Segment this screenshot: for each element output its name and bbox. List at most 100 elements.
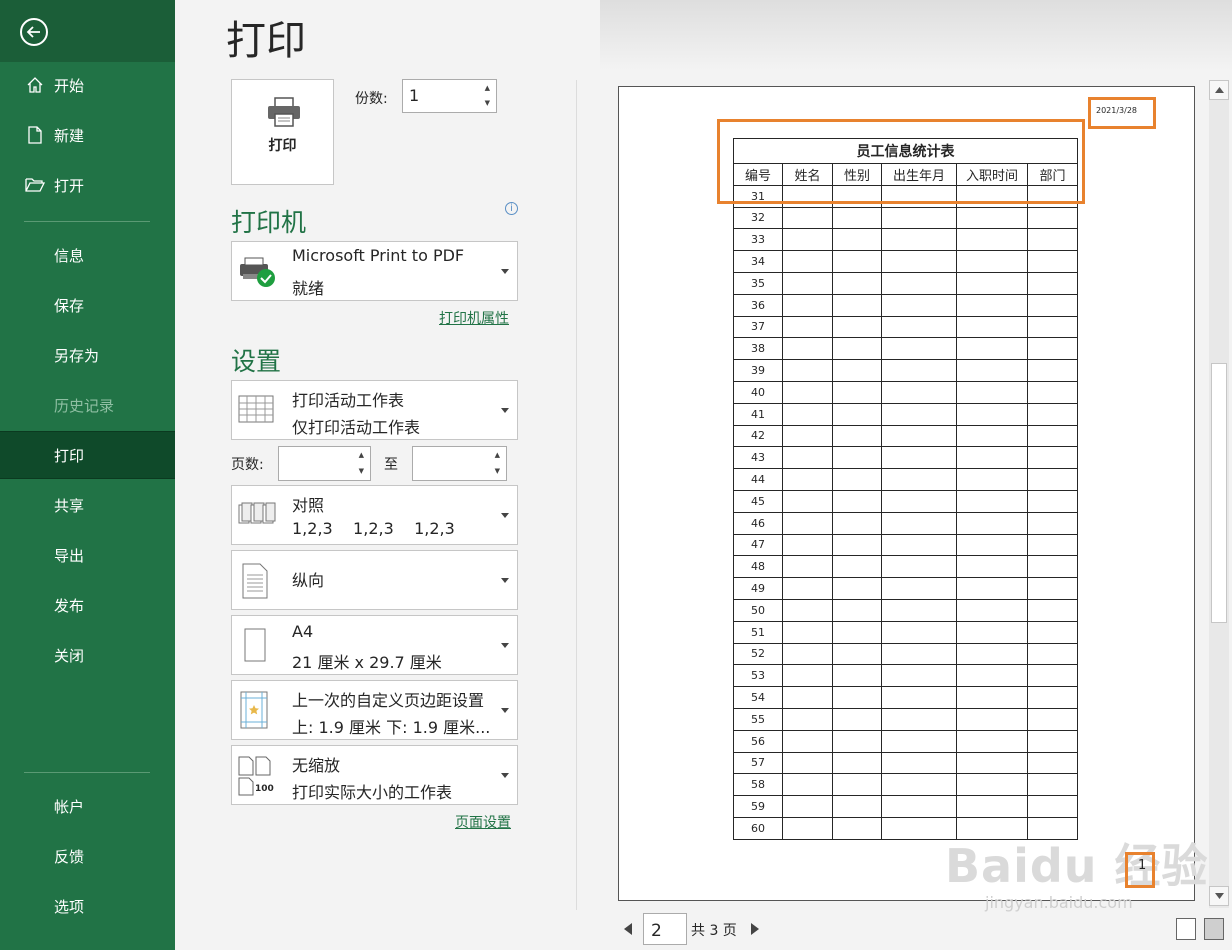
printer-name: Microsoft Print to PDF — [292, 246, 465, 265]
table-cell — [832, 380, 882, 404]
table-row: 34 — [733, 250, 1078, 273]
printer-dropdown[interactable]: Microsoft Print to PDF 就绪 — [231, 241, 518, 301]
sidebar-item-home[interactable]: 开始 — [0, 61, 175, 109]
table-cell — [1027, 577, 1078, 600]
sidebar-item-new[interactable]: 新建 — [0, 111, 175, 159]
table-cell — [782, 511, 833, 535]
sidebar-item-info[interactable]: 信息 — [0, 231, 175, 279]
table-row: 37 — [733, 315, 1078, 339]
sidebar-item-save-as[interactable]: 另存为 — [0, 331, 175, 379]
sidebar-item-label: 保存 — [54, 296, 85, 315]
table-row: 42 — [733, 424, 1078, 448]
sidebar-item-label: 帐户 — [54, 797, 85, 816]
table-cell — [1027, 773, 1078, 797]
table-cell — [1027, 511, 1078, 535]
copies-stepper[interactable]: 1 ▲ ▼ — [402, 79, 497, 113]
table-row: 56 — [733, 729, 1078, 753]
table-cell — [782, 686, 833, 709]
table-cell — [782, 359, 833, 382]
print-button[interactable]: 打印 — [231, 79, 334, 185]
table-cell — [832, 664, 882, 688]
sidebar-item-close[interactable]: 关闭 — [0, 631, 175, 679]
info-icon[interactable]: i — [505, 202, 518, 215]
page-title: 打印 — [226, 18, 306, 64]
scaling-dropdown[interactable]: 100 无缩放 打印实际大小的工作表 — [231, 745, 518, 805]
print-what-dropdown[interactable]: 打印活动工作表 仅打印活动工作表 — [231, 380, 518, 440]
next-page-icon[interactable] — [751, 921, 759, 939]
table-cell — [782, 468, 833, 491]
sidebar-item-label: 历史记录 — [54, 396, 115, 415]
table-cell — [881, 642, 957, 666]
page-number-input[interactable]: 2 — [643, 913, 687, 945]
table-cell — [1027, 359, 1078, 382]
increment-icon[interactable]: ▲ — [495, 451, 500, 459]
decrement-icon[interactable]: ▼ — [359, 467, 364, 475]
table-row: 48 — [733, 555, 1078, 579]
print-what-subtitle: 仅打印活动工作表 — [292, 418, 421, 437]
chevron-down-icon — [501, 643, 509, 648]
table-cell — [881, 468, 957, 491]
sidebar-item-options[interactable]: 选项 — [0, 882, 175, 930]
collate-dropdown[interactable]: 对照 1,2,3 1,2,3 1,2,3 — [231, 485, 518, 545]
zoom-to-page-icon[interactable] — [1204, 918, 1224, 940]
sidebar-item-feedback[interactable]: 反馈 — [0, 832, 175, 880]
printer-properties-link[interactable]: 打印机属性 — [439, 308, 509, 328]
decrement-icon[interactable]: ▼ — [495, 467, 500, 475]
table-cell — [782, 816, 833, 840]
row-number-cell: 46 — [733, 511, 783, 535]
collate-subtitle: 1,2,3 1,2,3 1,2,3 — [292, 519, 455, 538]
sidebar-item-label: 发布 — [54, 596, 85, 615]
table-row: 50 — [733, 598, 1078, 622]
table-cell — [881, 664, 957, 688]
sidebar-item-open[interactable]: 打开 — [0, 161, 175, 209]
margins-dropdown[interactable]: 上一次的自定义页边距设置 上: 1.9 厘米 下: 1.9 厘米... — [231, 680, 518, 740]
row-number-cell: 32 — [733, 206, 783, 230]
table-cell — [956, 511, 1028, 535]
table-cell — [881, 380, 957, 404]
sidebar-item-share[interactable]: 共享 — [0, 481, 175, 529]
sidebar-item-export[interactable]: 导出 — [0, 531, 175, 579]
table-cell — [1027, 664, 1078, 688]
table-cell — [1027, 468, 1078, 491]
page-setup-link[interactable]: 页面设置 — [455, 812, 511, 832]
preview-scrollbar[interactable] — [1209, 80, 1229, 908]
back-button[interactable] — [0, 0, 175, 62]
sidebar-item-save[interactable]: 保存 — [0, 281, 175, 329]
table-cell — [881, 795, 957, 818]
orientation-dropdown[interactable]: 纵向 — [231, 550, 518, 610]
table-cell — [956, 620, 1028, 644]
table-row: 43 — [733, 446, 1078, 470]
scroll-down-icon[interactable] — [1209, 886, 1229, 906]
scroll-thumb[interactable] — [1211, 363, 1227, 623]
row-number-cell: 59 — [733, 795, 783, 818]
sidebar-item-publish[interactable]: 发布 — [0, 581, 175, 629]
backstage-sidebar: 开始 新建 打开 信息 保存 另存为 历史记录 打印 共享 导出 发布 关闭 帐… — [0, 0, 175, 950]
pages-to-input[interactable]: ▲ ▼ — [412, 446, 507, 481]
table-cell — [881, 271, 957, 295]
table-cell — [956, 206, 1028, 230]
paper-size-icon — [244, 628, 266, 666]
table-row: 45 — [733, 489, 1078, 513]
highlight-box-date — [1088, 97, 1156, 129]
show-margins-icon[interactable] — [1176, 918, 1196, 940]
scroll-up-icon[interactable] — [1209, 80, 1229, 100]
sidebar-item-label: 导出 — [54, 546, 85, 565]
table-cell — [782, 206, 833, 230]
previous-page-icon[interactable] — [624, 921, 632, 939]
sidebar-item-print[interactable]: 打印 — [0, 431, 175, 479]
increment-icon[interactable]: ▲ — [485, 84, 490, 92]
decrement-icon[interactable]: ▼ — [485, 99, 490, 107]
sidebar-item-label: 打开 — [54, 176, 85, 195]
worksheet-grid-icon — [238, 395, 274, 427]
table-cell — [832, 446, 882, 470]
paper-size-dropdown[interactable]: A4 21 厘米 x 29.7 厘米 — [231, 615, 518, 675]
sidebar-item-label: 打印 — [54, 446, 85, 465]
table-cell — [956, 468, 1028, 491]
table-row: 53 — [733, 664, 1078, 688]
row-number-cell: 39 — [733, 359, 783, 382]
sidebar-item-account[interactable]: 帐户 — [0, 782, 175, 830]
pages-from-input[interactable]: ▲ ▼ — [278, 446, 371, 481]
increment-icon[interactable]: ▲ — [359, 451, 364, 459]
table-cell — [782, 620, 833, 644]
table-row: 33 — [733, 228, 1078, 252]
